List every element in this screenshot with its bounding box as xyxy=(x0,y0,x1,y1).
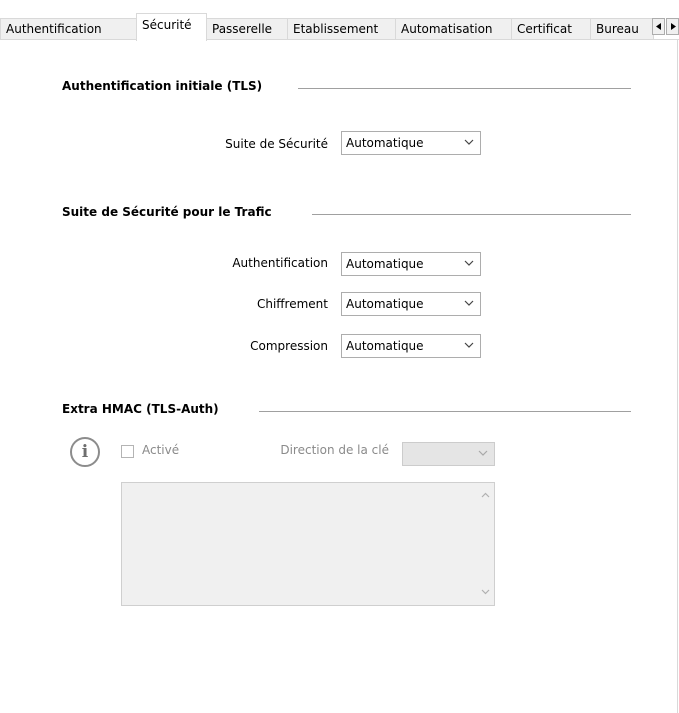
tab-passerelle[interactable]: Passerelle xyxy=(206,18,288,39)
tab-baseline xyxy=(0,39,679,40)
compression-dropdown[interactable]: Automatique xyxy=(341,334,481,358)
enabled-checkbox[interactable] xyxy=(121,445,134,458)
compression-label: Compression xyxy=(250,339,328,353)
chevron-down-icon xyxy=(464,342,474,348)
hmac-key-textarea[interactable] xyxy=(121,482,495,606)
suite-securite-dropdown[interactable]: Automatique xyxy=(341,131,481,155)
caret-left-icon xyxy=(656,23,661,30)
tab-scroll-right-button[interactable] xyxy=(666,18,679,35)
caret-right-icon xyxy=(671,23,676,30)
hmac-section-rule xyxy=(259,411,631,412)
tab-automatisation[interactable]: Automatisation xyxy=(395,18,512,39)
traffic-section-title: Suite de Sécurité pour le Trafic xyxy=(62,205,272,219)
auth-dropdown[interactable]: Automatique xyxy=(341,252,481,276)
cipher-label: Chiffrement xyxy=(256,297,328,311)
tab-scroll-buttons xyxy=(652,18,679,35)
chevron-up-icon xyxy=(481,492,490,498)
hmac-section-title: Extra HMAC (TLS-Auth) xyxy=(62,402,219,416)
hmac-section-header: Extra HMAC (TLS-Auth) xyxy=(62,402,631,420)
tab-etablissement[interactable]: Etablissement xyxy=(287,18,396,39)
key-direction-label: Direction de la clé xyxy=(280,443,389,457)
tls-section-title: Authentification initiale (TLS) xyxy=(62,79,263,93)
auth-value: Automatique xyxy=(346,257,424,271)
tab-securite[interactable]: Sécurité xyxy=(136,13,207,41)
auth-label: Authentification xyxy=(232,256,328,270)
cipher-value: Automatique xyxy=(346,297,424,311)
info-icon: i xyxy=(70,437,100,467)
chevron-down-icon xyxy=(464,260,474,266)
textarea-scrollbar[interactable] xyxy=(477,483,494,605)
tab-certificat[interactable]: Certificat xyxy=(511,18,591,39)
chevron-down-icon xyxy=(478,450,488,456)
key-direction-dropdown[interactable] xyxy=(402,442,495,466)
traffic-section-header: Suite de Sécurité pour le Trafic xyxy=(62,205,631,223)
chevron-down-icon xyxy=(464,139,474,145)
chevron-down-icon xyxy=(481,589,490,595)
tab-bureau[interactable]: Bureau xyxy=(590,18,654,39)
enabled-label: Activé xyxy=(142,443,180,457)
tls-section-header: Authentification initiale (TLS) xyxy=(62,79,631,97)
tab-authentification[interactable]: Authentification xyxy=(0,18,137,39)
chevron-down-icon xyxy=(464,300,474,306)
traffic-section-rule xyxy=(312,214,631,215)
tls-section-rule xyxy=(298,88,631,89)
compression-value: Automatique xyxy=(346,339,424,353)
cipher-dropdown[interactable]: Automatique xyxy=(341,292,481,316)
panel-border xyxy=(677,40,678,713)
suite-securite-value: Automatique xyxy=(346,136,424,150)
tab-strip: Authentification Sécurité Passerelle Eta… xyxy=(0,13,679,41)
tab-scroll-left-button[interactable] xyxy=(652,18,665,35)
suite-securite-label: Suite de Sécurité xyxy=(225,137,328,151)
